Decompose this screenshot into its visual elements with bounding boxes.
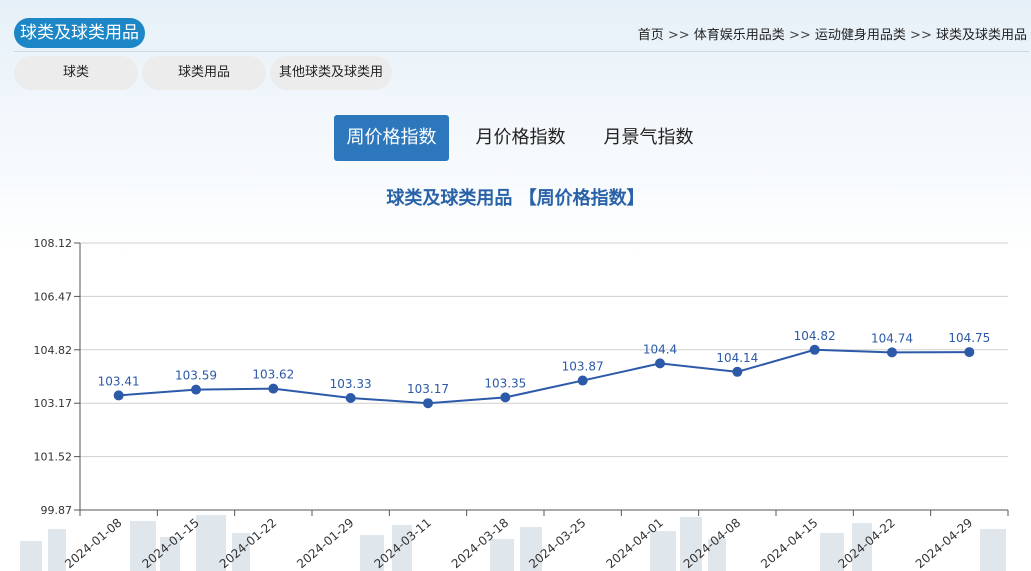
y-tick-label: 99.87: [41, 504, 73, 517]
y-tick-label: 103.17: [34, 397, 73, 410]
data-point: [113, 390, 124, 401]
data-point: [268, 383, 279, 394]
data-point: [191, 384, 201, 395]
data-label: 103.41: [98, 374, 140, 388]
subcategory-balls[interactable]: 球类: [14, 56, 138, 90]
data-label: 104.4: [643, 342, 677, 356]
data-point: [345, 393, 356, 404]
breadcrumb: 首页 >> 体育娱乐用品类 >> 运动健身用品类 >> 球类及球类用品: [638, 24, 1027, 43]
data-label: 103.62: [252, 368, 294, 382]
x-tick-label: 2024-03-25: [526, 516, 588, 571]
x-tick-label: 2024-03-18: [449, 516, 511, 571]
breadcrumb-separator: >>: [788, 28, 811, 43]
x-tick-label: 2024-04-08: [681, 516, 743, 571]
x-tick-label: 2024-04-01: [603, 516, 665, 571]
category-header: 球类及球类用品 首页 >> 体育娱乐用品类 >> 运动健身用品类 >> 球类及球…: [14, 16, 1029, 52]
x-tick-label: 2024-04-15: [758, 516, 820, 571]
data-point: [423, 398, 433, 409]
data-point: [887, 347, 897, 358]
line-chart: 108.12106.47104.82103.17101.5299.872024-…: [34, 237, 1009, 571]
data-label: 103.87: [562, 360, 604, 374]
data-point: [809, 344, 820, 355]
y-tick-label: 106.47: [34, 290, 73, 303]
x-tick-label: 2024-01-22: [217, 516, 279, 571]
tab-monthly-price-index[interactable]: 月价格指数: [462, 115, 579, 161]
breadcrumb-home[interactable]: 首页: [638, 28, 664, 43]
index-tabs: 周价格指数 月价格指数 月景气指数: [0, 115, 1031, 161]
chart-title: 球类及球类用品 【周价格指数】: [386, 188, 645, 209]
breadcrumb-sports-entertainment[interactable]: 体育娱乐用品类: [694, 28, 785, 43]
x-tick-label: 2024-01-08: [62, 516, 124, 571]
data-label: 103.35: [484, 376, 526, 390]
data-point: [964, 347, 975, 358]
breadcrumb-separator: >>: [910, 28, 932, 43]
x-tick-label: 2024-01-29: [294, 516, 356, 571]
data-label: 103.17: [407, 382, 449, 396]
data-label: 104.75: [948, 331, 990, 345]
data-label: 104.74: [871, 331, 913, 345]
x-tick-label: 2024-01-15: [139, 516, 201, 571]
data-label: 104.14: [716, 351, 758, 365]
x-tick-label: 2024-04-22: [835, 516, 897, 571]
y-tick-label: 104.82: [34, 344, 73, 357]
y-tick-label: 108.12: [34, 237, 73, 250]
category-title-badge: 球类及球类用品: [14, 18, 145, 48]
breadcrumb-separator: >>: [667, 28, 690, 43]
tab-weekly-price-index[interactable]: 周价格指数: [334, 115, 449, 161]
data-point: [655, 358, 665, 369]
data-point: [577, 375, 588, 386]
data-label: 104.82: [794, 329, 836, 343]
data-label: 103.59: [175, 369, 217, 383]
breadcrumb-current[interactable]: 球类及球类用品: [936, 28, 1027, 43]
x-tick-label: 2024-04-29: [913, 516, 975, 571]
data-point: [732, 366, 743, 377]
subcategory-other-balls[interactable]: 其他球类及球类用: [270, 56, 392, 90]
series-line: [118, 348, 970, 405]
subcategory-ball-accessories[interactable]: 球类用品: [142, 56, 266, 90]
tab-monthly-prosperity-index[interactable]: 月景气指数: [590, 115, 707, 161]
y-tick-label: 101.52: [34, 451, 73, 464]
breadcrumb-fitness-goods[interactable]: 运动健身用品类: [815, 28, 906, 43]
data-label: 103.33: [330, 377, 372, 391]
x-tick-label: 2024-03-11: [371, 516, 433, 571]
data-point: [500, 392, 511, 403]
